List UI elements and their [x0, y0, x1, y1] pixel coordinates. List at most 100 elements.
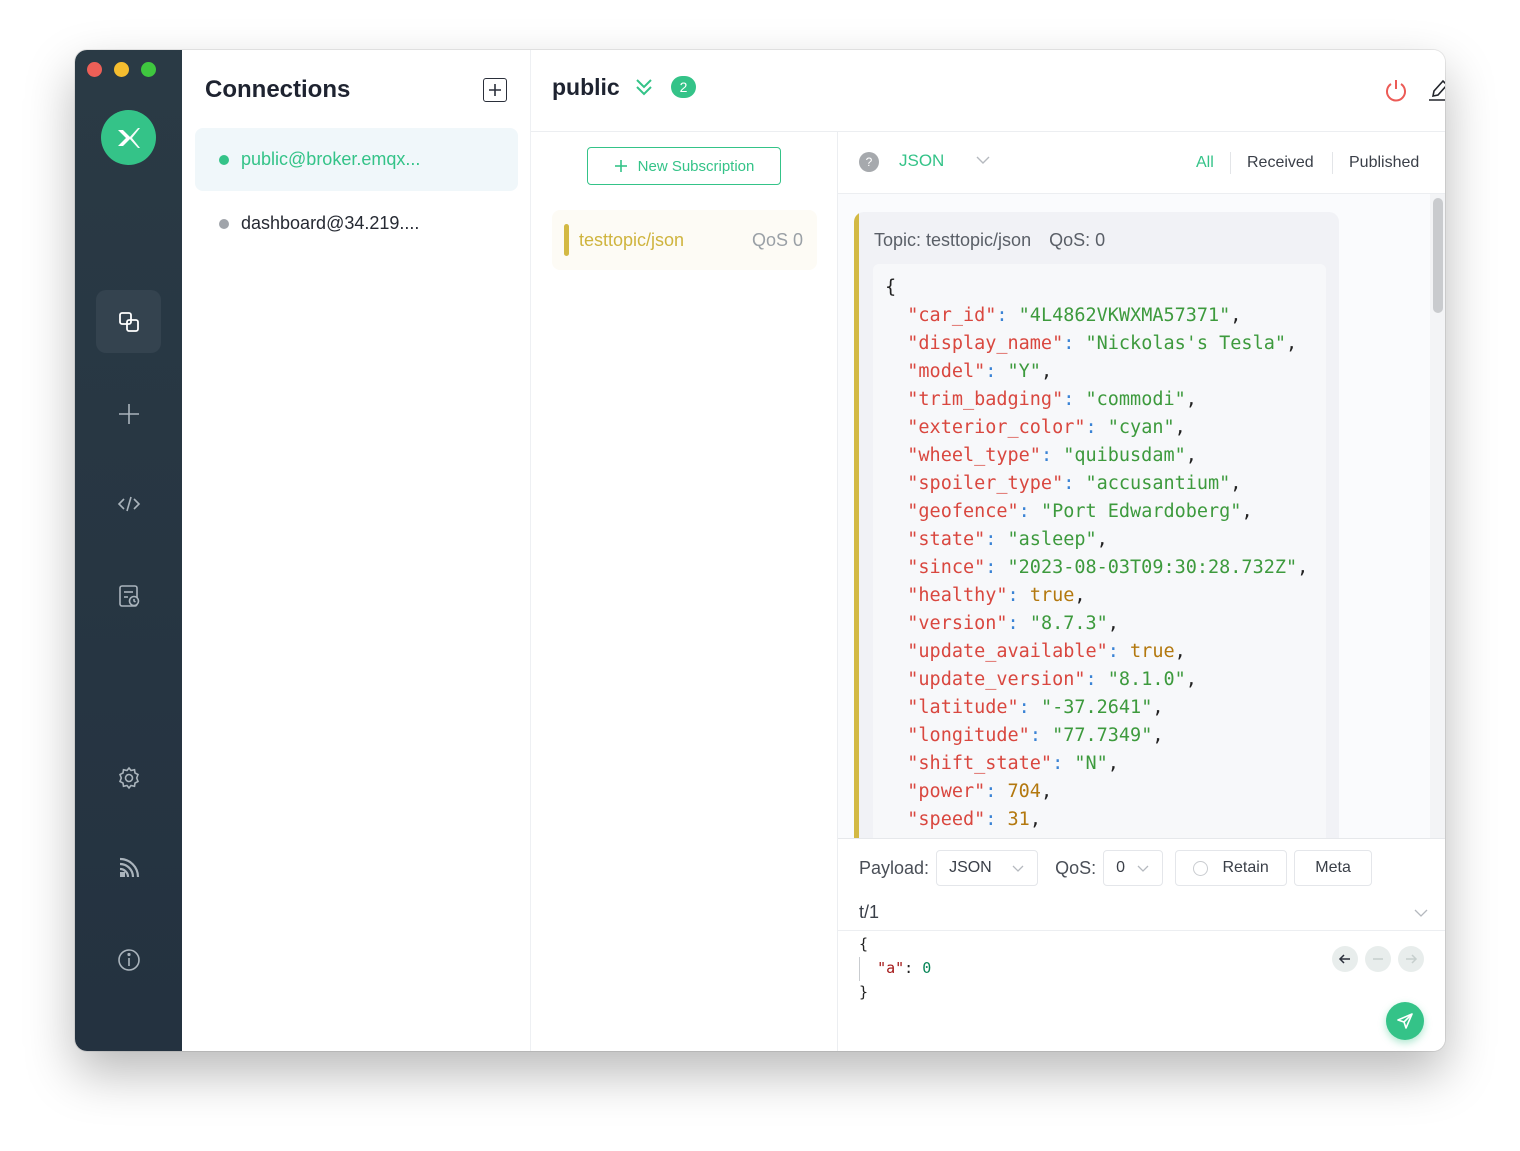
payload-value: "-37.2641" — [1040, 697, 1153, 718]
payload-format-value: JSON — [949, 859, 992, 876]
payload-colon: : — [985, 781, 1008, 802]
payload-format-select[interactable]: JSON — [899, 151, 944, 171]
payload-colon: : — [985, 557, 1008, 578]
history-next-button[interactable] — [1398, 946, 1424, 972]
connection-label: public@broker.emqx... — [241, 149, 421, 169]
new-subscription-label: New Subscription — [637, 157, 755, 175]
code-icon — [117, 496, 140, 511]
rail-feed-button[interactable] — [96, 836, 161, 899]
connection-item[interactable]: dashboard@34.219.... — [195, 192, 518, 255]
payload-value: true — [1029, 585, 1075, 606]
payload-line: "version": "8.7.3", — [907, 613, 1119, 634]
payload-line: "geofence": "Port Edwardoberg", — [907, 501, 1253, 522]
rail-settings-button[interactable] — [96, 746, 161, 809]
payload-key: "shift_state" — [907, 753, 1053, 774]
message-meta: Topic: testtopic/json QoS: 0 — [874, 230, 1105, 251]
qos-label: QoS: — [1055, 857, 1097, 878]
payload-key: "trim_badging" — [907, 389, 1064, 410]
feed-icon — [119, 857, 139, 877]
chevron-down-icon — [976, 156, 990, 164]
close-window-button[interactable] — [87, 62, 102, 77]
app-logo — [101, 110, 156, 165]
publish-payload-editor[interactable]: { "a": 0 } — [859, 932, 931, 1004]
payload-value: "N" — [1074, 753, 1108, 774]
payload-line: "model": "Y", — [907, 361, 1053, 382]
qos-select[interactable]: 0 — [1103, 850, 1164, 886]
payload-line: "speed": 31, — [907, 809, 1041, 830]
filter-divider — [1332, 152, 1333, 174]
connection-label: dashboard@34.219.... — [241, 213, 420, 233]
question-circle-icon[interactable]: ? — [859, 152, 879, 172]
filter-divider — [1230, 152, 1231, 174]
edit-connection-button[interactable] — [1425, 76, 1445, 104]
arrow-left-icon — [1338, 954, 1350, 964]
publish-topic-input[interactable]: t/1 — [838, 895, 1445, 931]
payload-label: Payload: — [859, 857, 930, 878]
message-color-bar — [854, 212, 859, 838]
plus-icon — [614, 160, 627, 172]
retain-toggle[interactable]: Retain — [1175, 850, 1288, 886]
payload-value: 704 — [1007, 781, 1041, 802]
history-reset-button[interactable] — [1365, 946, 1391, 972]
double-chevron-down-icon — [636, 79, 652, 96]
add-connection-button[interactable] — [483, 78, 507, 102]
gear-icon — [118, 766, 139, 789]
payload-key: "car_id" — [907, 305, 997, 326]
minimize-window-button[interactable] — [114, 62, 129, 77]
retain-radio[interactable] — [1193, 860, 1209, 876]
connection-item[interactable]: public@broker.emqx... — [195, 128, 518, 191]
topic-history-dropdown[interactable] — [1413, 905, 1429, 926]
rail-log-button[interactable] — [96, 564, 161, 627]
payload-value: "Port Edwardoberg" — [1040, 501, 1242, 522]
chevron-down-icon — [1137, 865, 1149, 872]
payload-value: "asleep" — [1007, 529, 1097, 550]
history-prev-button[interactable] — [1332, 946, 1358, 972]
disconnect-button[interactable] — [1382, 76, 1410, 104]
message-payload: { "car_id": "4L4862VKWXMA57371", "displa… — [873, 264, 1326, 838]
connection-status-dot — [219, 218, 229, 229]
minus-icon — [1373, 958, 1383, 960]
rail-script-button[interactable] — [96, 472, 161, 535]
payload-line: "update_available": true, — [907, 641, 1186, 662]
payload-line: "since": "2023-08-03T09:30:28.732Z", — [907, 557, 1309, 578]
message-card[interactable]: Topic: testtopic/json QoS: 0 { "car_id": … — [854, 212, 1339, 838]
send-message-button[interactable] — [1386, 1002, 1424, 1040]
new-subscription-button[interactable]: New Subscription — [587, 147, 781, 185]
retain-label: Retain — [1222, 859, 1269, 876]
payload-format-select[interactable]: JSON — [936, 850, 1039, 886]
filter-all-tab[interactable]: All — [1196, 154, 1214, 172]
nav-rail — [75, 50, 182, 1051]
message-count-badge: 2 — [671, 76, 696, 98]
rail-new-connection-button[interactable] — [96, 382, 161, 445]
payload-colon: : — [985, 361, 1008, 382]
subscription-qos: QoS 0 — [751, 229, 803, 250]
subscription-item[interactable]: testtopic/json QoS 0 — [552, 210, 817, 270]
payload-value: "Nickolas's Tesla" — [1085, 333, 1286, 354]
payload-key: "healthy" — [907, 585, 1008, 606]
payload-colon: : — [1040, 445, 1064, 466]
connection-header: public 2 — [531, 50, 1445, 132]
payload-value: "quibusdam" — [1063, 445, 1186, 466]
messages-scrollbar[interactable] — [1433, 198, 1443, 313]
meta-button[interactable]: Meta — [1294, 850, 1373, 886]
collapse-button[interactable] — [633, 76, 655, 103]
payload-line: "exterior_color": "cyan", — [907, 417, 1186, 438]
chevron-down-icon — [1012, 865, 1024, 872]
message-topic: Topic: testtopic/json — [874, 230, 1032, 250]
rail-about-button[interactable] — [96, 928, 161, 991]
payload-colon: : — [1063, 389, 1086, 410]
payload-key: "update_available" — [907, 641, 1108, 662]
publish-panel: Payload: JSON QoS: 0 Retain Meta t/1 {"… — [838, 838, 1445, 1051]
filter-published-tab[interactable]: Published — [1349, 154, 1419, 172]
rail-connections-button[interactable] — [96, 290, 161, 353]
publish-topic-value: t/1 — [859, 902, 880, 922]
payload-line: "shift_state": "N", — [907, 753, 1119, 774]
payload-colon: : — [1007, 613, 1030, 634]
app-window: Connections public@broker.emqx... dashbo… — [75, 50, 1445, 1051]
payload-key: "display_name" — [907, 333, 1064, 354]
format-dropdown-button[interactable] — [975, 152, 991, 173]
zoom-window-button[interactable] — [141, 62, 156, 77]
payload-key: "power" — [907, 781, 986, 802]
filter-received-tab[interactable]: Received — [1247, 154, 1314, 172]
payload-line: "display_name": "Nickolas's Tesla", — [907, 333, 1298, 354]
